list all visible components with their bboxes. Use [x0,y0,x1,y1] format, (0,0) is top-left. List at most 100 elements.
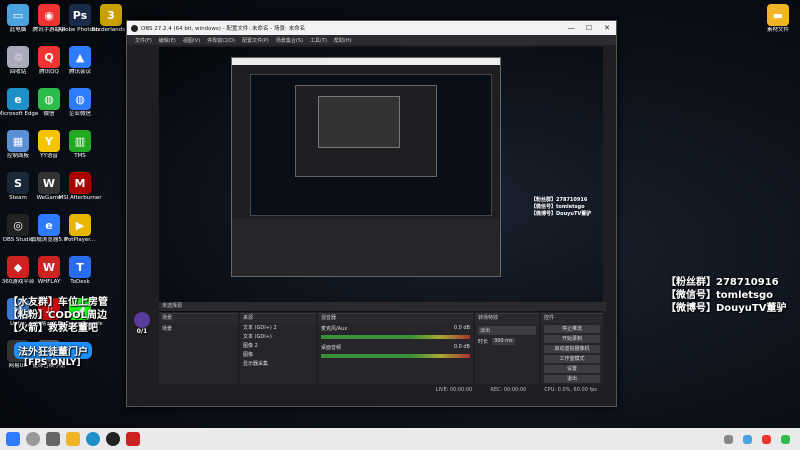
source-status-bar: 未选择源 [159,302,606,311]
desktop-icon[interactable]: T ToDesk [58,256,102,286]
app-icon: ▶ [69,214,91,236]
sources-dock-title: 来源 [240,314,316,323]
desktop-icon-label: TMS [74,153,86,159]
menu-edit[interactable]: 编辑(E) [159,37,176,44]
task-view-icon[interactable] [46,432,60,446]
app-icon: T [69,256,91,278]
volume-slider[interactable] [321,335,470,339]
obs-titlebar: OBS 27.2.4 (64 bit, windows) - 配置文件: 未命名… [127,21,616,35]
overlay-banner-text: 法外狂徒董门户 [18,347,88,358]
nested-overlay-line1: 【粉丝群】278710916 [531,197,588,203]
overlay-counter-text: 0/1 [136,328,148,335]
transition-type-select[interactable]: 淡出 [478,326,536,335]
transition-dock: 转场特效 淡出 时长 300 ms [475,313,539,384]
minimize-button[interactable]: — [562,24,580,32]
overlay-left-line2: 【粘粉】CODOL周边 [8,310,108,321]
system-tray [718,434,790,444]
search-icon[interactable] [26,432,40,446]
close-button[interactable]: ✕ [598,24,616,32]
overlay-left: 【水友群】车位上房管 【粘粉】CODOL周边 【火箭】救救老董吧 [8,296,108,335]
menu-scene-collection[interactable]: 场景集合(S) [276,37,303,44]
app-icon: ◉ [38,4,60,26]
desktop-icon-folder[interactable]: ▬ 素材文件 [756,4,800,34]
no-source-label: 未选择源 [162,303,183,309]
desktop-icon-label: 腾讯会议 [68,69,91,75]
desktop-icon[interactable]: M MSI Afterburner [58,172,102,202]
overlay-counter: 0/1 [130,312,154,348]
controls-dock: 控件 停止推流 开始录制 启动虚拟摄像机 工作室模式 设置 退出 [541,313,603,384]
transition-dock-title: 转场特效 [475,314,539,323]
scenes-dock-title: 场景 [159,314,238,323]
rec-time: REC: 00:00:00 [490,387,527,393]
preview-canvas[interactable]: 【粉丝群】278710916 【微信号】tomletsgo 【微博号】Douyu… [159,47,603,312]
overlay-right-line1: 【粉丝群】278710916 [666,277,779,288]
obs-window: OBS 27.2.4 (64 bit, windows) - 配置文件: 未命名… [126,20,617,407]
stop-streaming-button[interactable]: 停止推流 [544,325,600,333]
overlay-fps: [FPS ONLY] [24,358,81,368]
overlay-left-line3: 【火箭】救救老董吧 [8,323,98,334]
mixer-track-name: 桌面音频 [321,345,342,351]
app-icon: Q [38,46,60,68]
nested-obs-window [231,57,501,277]
obs-taskbar-icon[interactable] [106,432,120,446]
app-icon: ▥ [69,130,91,152]
overlay-right-line2: 【微信号】tomletsgo [666,290,774,301]
source-item[interactable]: 文本 (GDI+) 2 [240,323,316,332]
overlay-right-line3: 【微博号】DouyuTV董驴 [666,303,787,314]
desktop-icon[interactable]: ◍ 企业微信 [58,88,102,118]
mixer-track-db: 0.0 dB [453,344,470,350]
tray-icon[interactable] [743,434,752,444]
menu-profile[interactable]: 配置文件(P) [242,37,269,44]
windows-start-icon[interactable] [6,432,20,446]
app-icon: Ps [69,4,91,26]
virtual-camera-button[interactable]: 启动虚拟摄像机 [544,345,600,353]
app-taskbar-icon[interactable] [126,432,140,446]
app-icon: S [7,172,29,194]
edge-icon[interactable] [86,432,100,446]
menu-file[interactable]: 文件(F) [135,37,152,44]
desktop-icon-label: ToDesk [70,279,90,285]
app-icon: ▭ [7,4,29,26]
overlay-banner: 法外狂徒董门户 [14,342,92,359]
desktop-icon-label: 企业微信 [68,111,91,117]
desktop-icon[interactable]: ▥ TMS [58,130,102,160]
scenes-dock: 场景 场景 [159,313,238,384]
source-item[interactable]: 图像 [240,350,316,359]
studio-mode-button[interactable]: 工作室模式 [544,355,600,363]
exit-button[interactable]: 退出 [544,375,600,383]
app-icon: e [7,88,29,110]
menu-tools[interactable]: 工具(T) [310,37,327,44]
menu-help[interactable]: 帮助(H) [334,37,352,44]
controls-dock-title: 控件 [541,314,603,323]
obs-logo-icon [131,24,138,32]
duration-input[interactable]: 300 ms [492,338,515,345]
app-icon: ▦ [7,130,29,152]
sources-dock: 来源 文本 (GDI+) 2 文本 (GDI+) 图像 2 图像 显示器采集 [240,313,316,384]
source-item[interactable]: 文本 (GDI+) [240,332,316,341]
source-item[interactable]: 图像 2 [240,341,316,350]
app-icon: ◍ [69,88,91,110]
mixer-track: 桌面音频 0.0 dB [318,340,473,353]
tray-icon[interactable] [724,434,733,444]
menu-bar: 文件(F) 编辑(E) 视图(V) 停靠窗口(D) 配置文件(P) 场景集合(S… [127,35,616,45]
mixer-dock: 混音器 麦克风/Aux 0.0 dB 桌面音频 0.0 dB [318,313,473,384]
cpu-usage: CPU: 0.0%, 60.00 fps [544,387,597,393]
settings-button[interactable]: 设置 [544,365,600,373]
scene-item[interactable]: 场景 [159,323,238,334]
app-icon: 3 [100,4,122,26]
volume-slider[interactable] [321,354,470,358]
nested-overlay-line3: 【微博号】DouyuTV董驴 [531,211,592,217]
desktop-icon[interactable]: ▲ 腾讯会议 [58,46,102,76]
mixer-track-name: 麦克风/Aux [321,326,348,332]
app-icon: M [69,172,91,194]
menu-docks[interactable]: 停靠窗口(D) [207,37,235,44]
nested-overlay-line2: 【微信号】tomletsgo [531,204,585,210]
start-recording-button[interactable]: 开始录制 [544,335,600,343]
desktop-icon[interactable]: ▶ PotPlayer... [58,214,102,244]
tray-icon[interactable] [762,434,771,444]
maximize-button[interactable]: ☐ [580,24,598,32]
menu-view[interactable]: 视图(V) [183,37,200,44]
tray-icon[interactable] [781,434,790,444]
source-item[interactable]: 显示器采集 [240,359,316,368]
explorer-icon[interactable] [66,432,80,446]
